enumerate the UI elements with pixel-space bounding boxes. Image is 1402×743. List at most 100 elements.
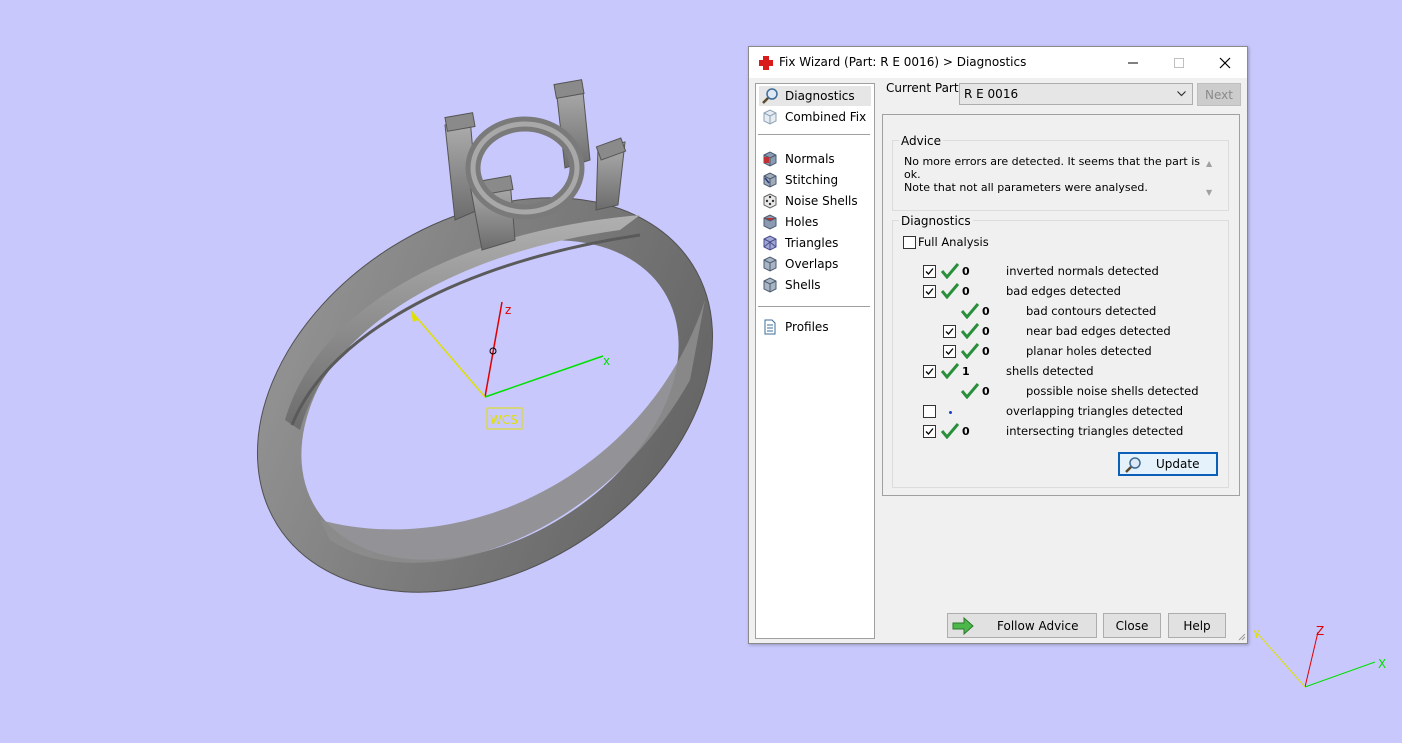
row-count: 1 <box>962 365 970 378</box>
not-analysed-dot-icon <box>949 411 952 414</box>
next-button[interactable]: Next <box>1197 83 1241 106</box>
minimize-icon <box>1128 62 1138 64</box>
row-checkbox[interactable] <box>923 405 936 418</box>
nav-item-noise-shells[interactable]: Noise Shells <box>759 191 871 211</box>
row-count: 0 <box>962 425 970 438</box>
current-part-label: Current Part: <box>886 81 963 95</box>
follow-advice-label: Follow Advice <box>997 619 1079 633</box>
row-checkbox[interactable] <box>923 285 936 298</box>
row-label: shells detected <box>1006 364 1094 378</box>
row-label: intersecting triangles detected <box>1006 424 1184 438</box>
row-count: 0 <box>962 285 970 298</box>
nav-item-label: Triangles <box>785 236 839 250</box>
cube-triangles-icon <box>763 235 777 251</box>
nav-item-label: Combined Fix <box>785 110 867 124</box>
row-label: bad contours detected <box>1026 304 1157 318</box>
row-checkbox[interactable] <box>923 265 936 278</box>
nav-item-overlaps[interactable]: Overlaps <box>759 254 871 274</box>
close-window-button[interactable] <box>1201 47 1247 78</box>
axis-z-label: z <box>505 303 511 317</box>
nav-item-combined-fix[interactable]: Combined Fix <box>759 107 871 127</box>
row-label: inverted normals detected <box>1006 264 1159 278</box>
advice-line-2: Note that not all parameters were analys… <box>904 181 1148 194</box>
corner-axis-y-label: Y <box>1252 628 1260 641</box>
row-checkbox[interactable] <box>943 325 956 338</box>
nav-item-stitching[interactable]: Stitching <box>759 170 871 190</box>
row-checkbox[interactable] <box>943 345 956 358</box>
maximize-icon <box>1174 58 1184 68</box>
cube-normals-icon <box>763 151 777 167</box>
current-part-select[interactable]: R E 0016 <box>959 83 1193 105</box>
row-count: 0 <box>982 305 990 318</box>
nav-item-label: Normals <box>785 152 835 166</box>
nav-item-label: Shells <box>785 278 821 292</box>
nav-item-holes[interactable]: Holes <box>759 212 871 232</box>
cube-overlaps-icon <box>763 256 777 272</box>
corner-axis-z-label: Z <box>1316 624 1324 638</box>
magnifier-icon <box>762 88 778 104</box>
advice-line-1: No more errors are detected. It seems th… <box>904 155 1201 181</box>
nav-item-normals[interactable]: Normals <box>759 149 871 169</box>
green-check-icon <box>961 343 979 359</box>
full-analysis-checkbox[interactable] <box>903 236 916 249</box>
scroll-up-arrow[interactable]: ▲ <box>1206 159 1212 168</box>
green-check-icon <box>961 383 979 399</box>
nav-item-label: Overlaps <box>785 257 839 271</box>
maximize-button[interactable] <box>1155 47 1201 78</box>
chevron-down-icon <box>1177 91 1186 97</box>
diagnostics-group-title: Diagnostics <box>899 214 973 228</box>
nav-item-label: Stitching <box>785 173 839 187</box>
wizard-nav-panel: Diagnostics Combined Fix Normals Stitchi… <box>755 83 875 639</box>
nav-item-shells[interactable]: Shells <box>759 275 871 295</box>
cube-shells-icon <box>763 277 777 293</box>
dice-icon <box>763 193 777 209</box>
axis-x-label: x <box>603 354 610 368</box>
scroll-down-arrow[interactable]: ▼ <box>1206 188 1212 197</box>
green-check-icon <box>941 423 959 439</box>
cube-holes-icon <box>763 214 777 230</box>
nav-separator <box>758 306 870 307</box>
nav-item-diagnostics[interactable]: Diagnostics <box>759 86 871 106</box>
nav-item-label: Holes <box>785 215 819 229</box>
magnifier-icon <box>1125 457 1141 473</box>
document-icon <box>764 319 776 335</box>
nav-item-label: Noise Shells <box>785 194 858 208</box>
title-bar[interactable]: Fix Wizard (Part: R E 0016) > Diagnostic… <box>749 47 1247 78</box>
row-count: 0 <box>982 345 990 358</box>
follow-advice-button[interactable]: Follow Advice <box>947 613 1097 638</box>
nav-item-label: Diagnostics <box>785 89 855 103</box>
nav-item-profiles[interactable]: Profiles <box>759 317 871 337</box>
close-icon <box>1219 57 1231 69</box>
green-check-icon <box>941 363 959 379</box>
window-title: Fix Wizard (Part: R E 0016) > Diagnostic… <box>779 55 1027 69</box>
row-count: 0 <box>962 265 970 278</box>
row-label: near bad edges detected <box>1026 324 1171 338</box>
green-check-icon <box>961 303 979 319</box>
row-count: 0 <box>982 385 990 398</box>
row-checkbox[interactable] <box>923 365 936 378</box>
close-button[interactable]: Close <box>1103 613 1161 638</box>
green-check-icon <box>941 283 959 299</box>
red-cross-icon <box>759 56 773 70</box>
row-checkbox[interactable] <box>923 425 936 438</box>
cube-stitch-icon <box>763 172 777 188</box>
fix-wizard-dialog: Fix Wizard (Part: R E 0016) > Diagnostic… <box>748 46 1248 644</box>
row-count: 0 <box>982 325 990 338</box>
advice-text: No more errors are detected. It seems th… <box>904 155 1209 194</box>
update-label: Update <box>1156 457 1200 471</box>
green-check-icon <box>941 263 959 279</box>
minimize-button[interactable] <box>1109 47 1155 78</box>
nav-separator <box>758 134 870 135</box>
help-button[interactable]: Help <box>1168 613 1226 638</box>
nav-item-triangles[interactable]: Triangles <box>759 233 871 253</box>
corner-axes: X Z Y <box>1252 624 1386 688</box>
nav-item-label: Profiles <box>785 320 829 334</box>
cube-icon <box>763 109 777 125</box>
green-check-icon <box>961 323 979 339</box>
update-button[interactable]: Update <box>1118 452 1218 476</box>
advice-group-title: Advice <box>899 134 944 148</box>
row-label: possible noise shells detected <box>1026 384 1199 398</box>
resize-grip-icon[interactable] <box>1236 631 1246 641</box>
row-label: bad edges detected <box>1006 284 1121 298</box>
corner-axis-x-label: X <box>1378 657 1386 671</box>
